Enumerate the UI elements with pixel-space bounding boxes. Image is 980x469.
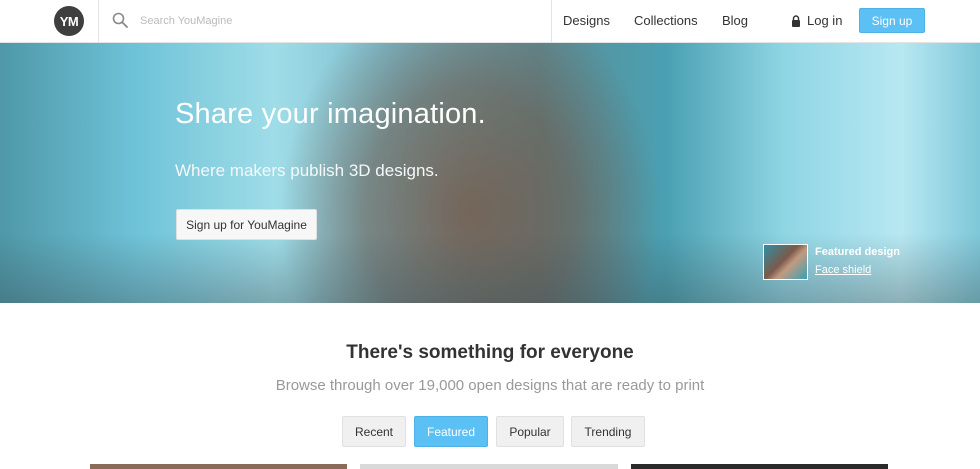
design-card[interactable] [90,464,347,469]
signup-button[interactable]: Sign up [859,8,925,33]
design-card[interactable] [360,464,618,469]
featured-design-thumbnail[interactable] [763,244,808,280]
nav-collections[interactable]: Collections [634,13,698,28]
tab-popular[interactable]: Popular [496,416,564,447]
top-header: YM Designs Collections Blog Log in Sign … [0,0,980,43]
tab-featured[interactable]: Featured [414,416,488,447]
lock-icon [792,14,800,27]
header-divider [98,0,99,43]
design-card[interactable] [631,464,888,469]
nav-blog[interactable]: Blog [722,13,748,28]
login-label: Log in [807,13,843,28]
login-link[interactable]: Log in [791,13,842,28]
search-input[interactable] [140,10,540,32]
search-icon[interactable] [112,12,128,28]
nav-designs[interactable]: Designs [563,13,610,28]
featured-design-link[interactable]: Face shield [815,264,871,276]
youmagine-logo[interactable]: YM [54,6,84,36]
tab-trending[interactable]: Trending [571,416,645,447]
featured-design-label: Featured design [815,246,900,258]
signup-cta-button[interactable]: Sign up for YouMagine [176,209,317,240]
hero-banner: Share your imagination. Where makers pub… [0,43,980,303]
hero-subtitle: Where makers publish 3D designs. [175,161,439,180]
section-subtitle: Browse through over 19,000 open designs … [275,377,705,394]
header-divider [551,0,552,43]
tab-recent[interactable]: Recent [342,416,406,447]
hero-title: Share your imagination. [175,98,486,130]
section-title: There's something for everyone [346,342,634,363]
